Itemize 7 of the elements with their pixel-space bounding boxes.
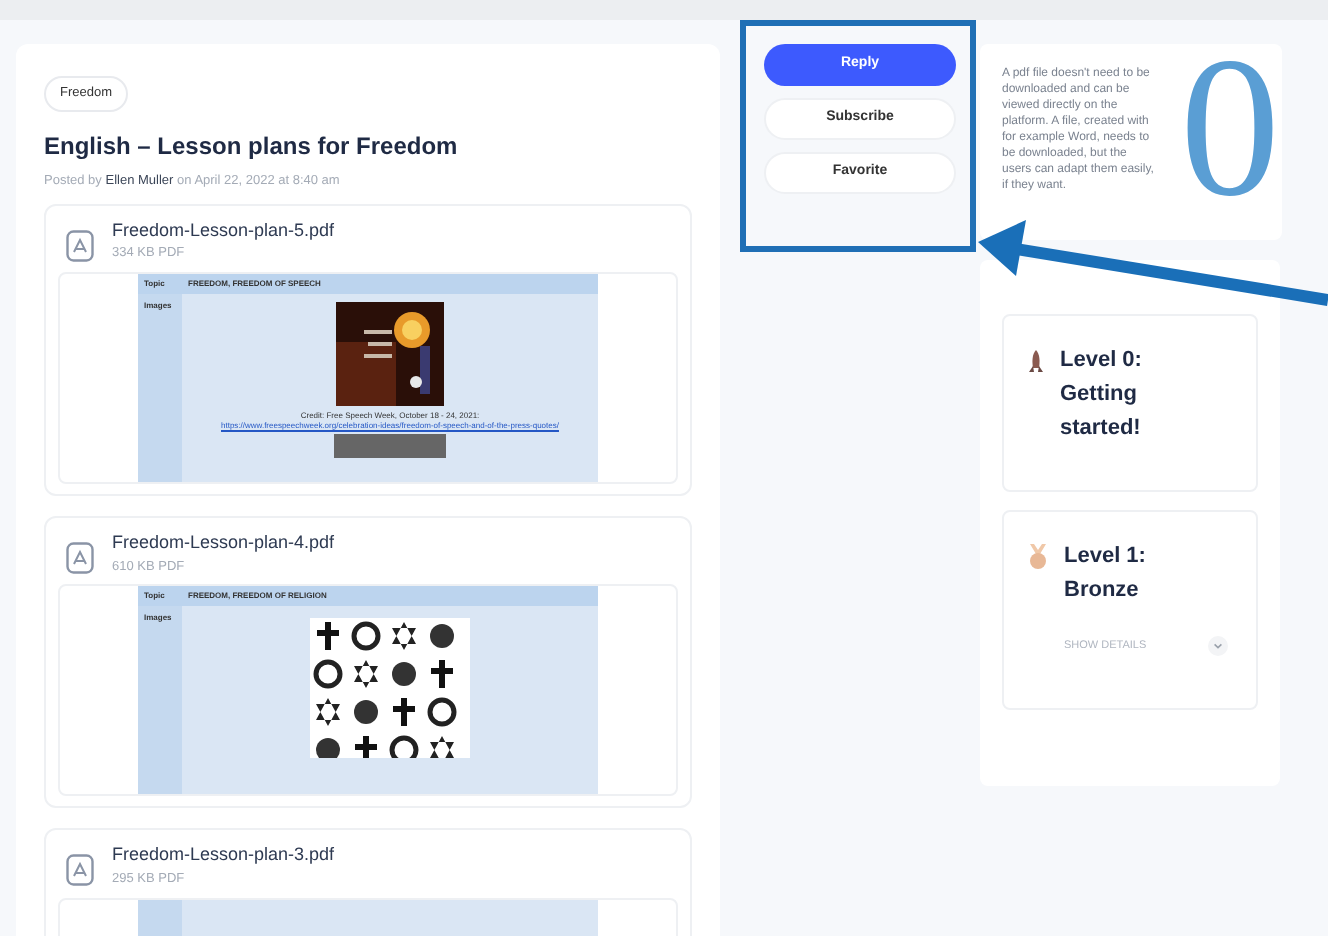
file-name[interactable]: Freedom-Lesson-plan-5.pdf (112, 217, 335, 245)
file-name[interactable]: Freedom-Lesson-plan-3.pdf (112, 842, 335, 870)
level-title: Level 1: Bronze (1064, 542, 1148, 606)
annotation-number: 0 (1180, 28, 1280, 228)
level-title: Level 0: Getting started! (1060, 346, 1144, 444)
file-name[interactable]: Freedom-Lesson-plan-4.pdf (112, 530, 335, 557)
post-title: English – Lesson plans for Freedom (44, 130, 460, 164)
